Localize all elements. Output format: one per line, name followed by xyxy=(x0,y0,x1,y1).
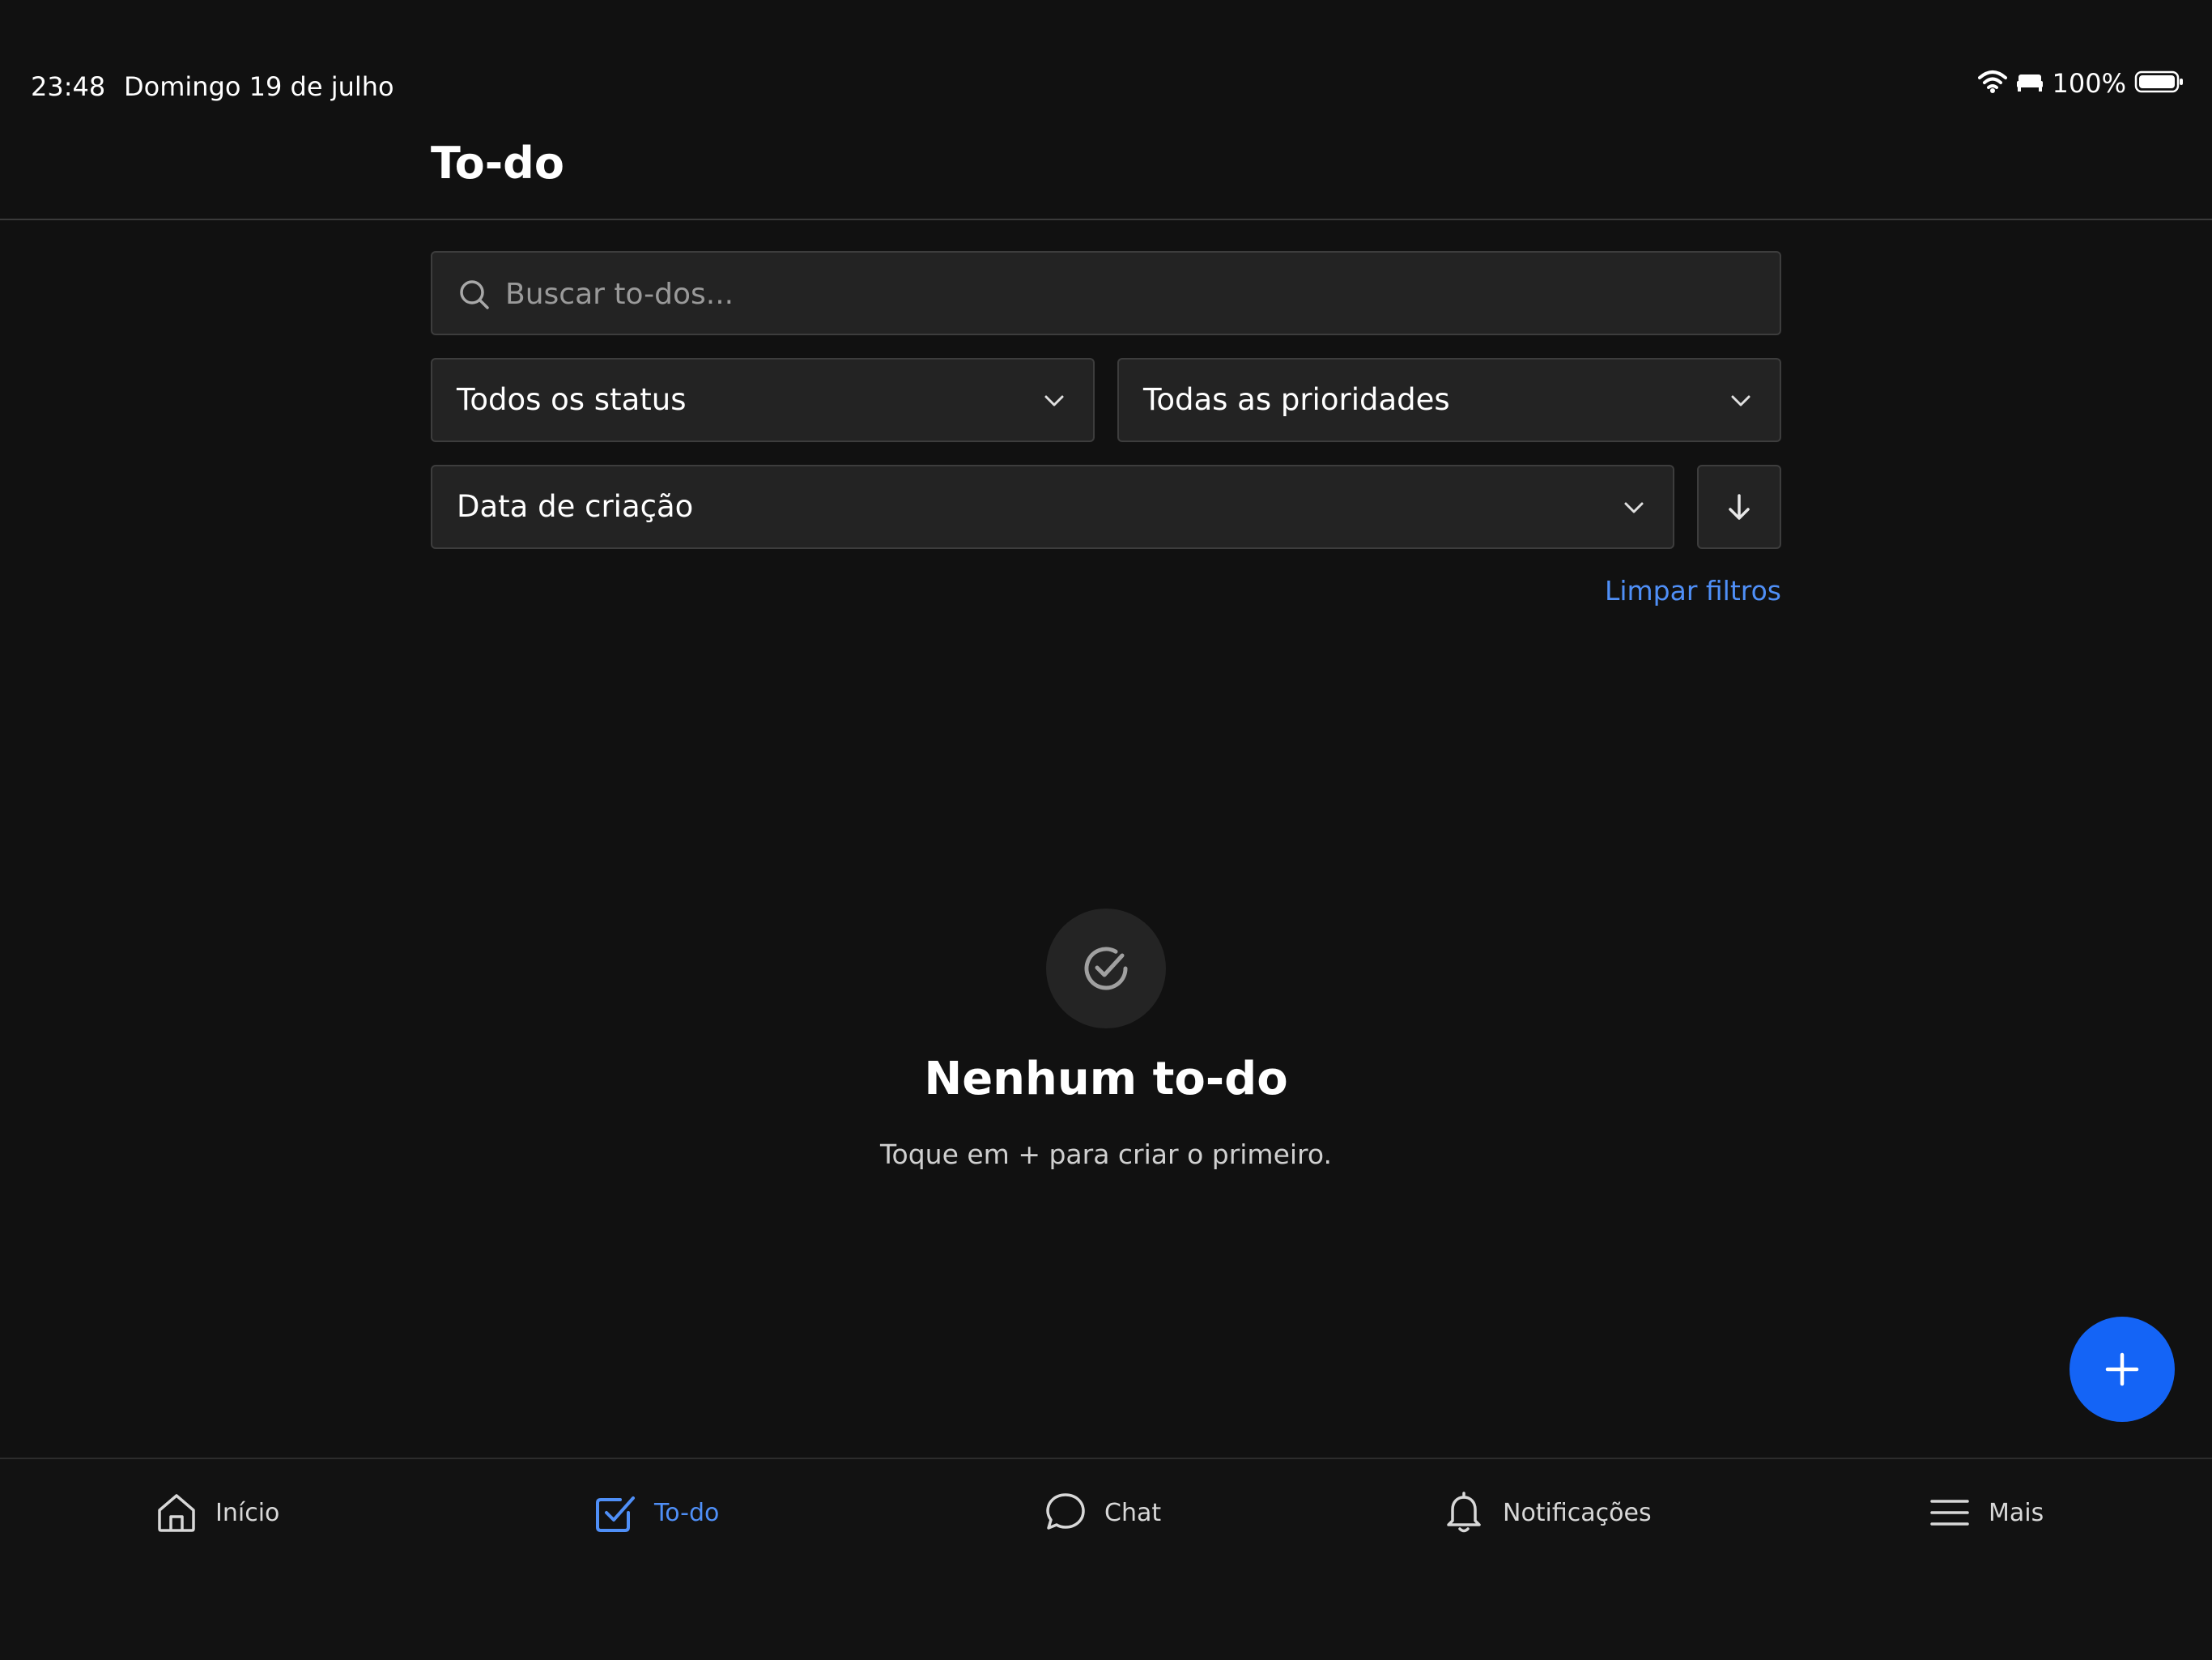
status-indicators: 100% xyxy=(1977,68,2184,99)
menu-icon xyxy=(1930,1500,1969,1526)
chevron-down-icon xyxy=(1040,386,1069,415)
home-icon xyxy=(158,1494,195,1532)
sort-field-select[interactable]: Data de criação xyxy=(431,465,1674,549)
add-todo-button[interactable] xyxy=(2069,1317,2175,1422)
clear-filters-link[interactable]: Limpar filtros xyxy=(1605,575,1781,607)
search-input[interactable] xyxy=(504,253,1754,335)
status-filter-value: Todos os status xyxy=(457,382,687,417)
empty-state-subtitle: Toque em + para criar o primeiro. xyxy=(879,1139,1332,1170)
search-icon xyxy=(457,277,492,313)
battery-percent: 100% xyxy=(2052,68,2126,99)
tab-chat[interactable]: Chat xyxy=(1043,1480,1161,1545)
wifi-icon xyxy=(1977,70,2007,97)
status-date: Domingo 19 de julho xyxy=(124,71,394,102)
priority-filter-value: Todas as prioridades xyxy=(1143,382,1450,417)
status-bar: 23:48 Domingo 19 de julho 100% xyxy=(0,0,2212,130)
status-filter-select[interactable]: Todos os status xyxy=(431,358,1095,442)
bottom-tab-bar: Início To-do Chat Notificações Mais xyxy=(0,1458,2212,1660)
tab-label: Chat xyxy=(1104,1498,1162,1527)
battery-icon xyxy=(2134,70,2184,97)
bell-icon xyxy=(1447,1492,1481,1533)
status-time: 23:48 xyxy=(31,71,106,102)
tab-label: Início xyxy=(215,1498,280,1527)
check-circle-icon xyxy=(1084,947,1128,990)
checkbox-icon xyxy=(596,1496,635,1532)
arrow-down-icon xyxy=(1729,494,1750,520)
sort-field-value: Data de criação xyxy=(457,489,694,524)
chat-bubble-icon xyxy=(1046,1493,1085,1530)
sleep-mode-bed-icon xyxy=(2015,70,2044,97)
priority-filter-select[interactable]: Todas as prioridades xyxy=(1117,358,1781,442)
chevron-down-icon xyxy=(1619,493,1648,522)
sort-direction-button[interactable] xyxy=(1697,465,1781,549)
chevron-down-icon xyxy=(1726,386,1755,415)
tab-label: Notificações xyxy=(1503,1498,1652,1527)
tab-label: To-do xyxy=(654,1498,720,1527)
plus-icon xyxy=(2105,1352,2139,1386)
search-field[interactable] xyxy=(431,251,1781,335)
page-title: To-do xyxy=(431,138,564,189)
header-divider xyxy=(0,219,2212,220)
tab-notificacoes[interactable]: Notificações xyxy=(1441,1480,1652,1545)
empty-state-title: Nenhum to-do xyxy=(924,1053,1288,1105)
tab-inicio[interactable]: Início xyxy=(154,1480,279,1545)
tab-todo[interactable]: To-do xyxy=(593,1480,719,1545)
tab-mais[interactable]: Mais xyxy=(1927,1480,2044,1545)
empty-state-badge xyxy=(1046,909,1166,1028)
tab-label: Mais xyxy=(1989,1498,2044,1527)
